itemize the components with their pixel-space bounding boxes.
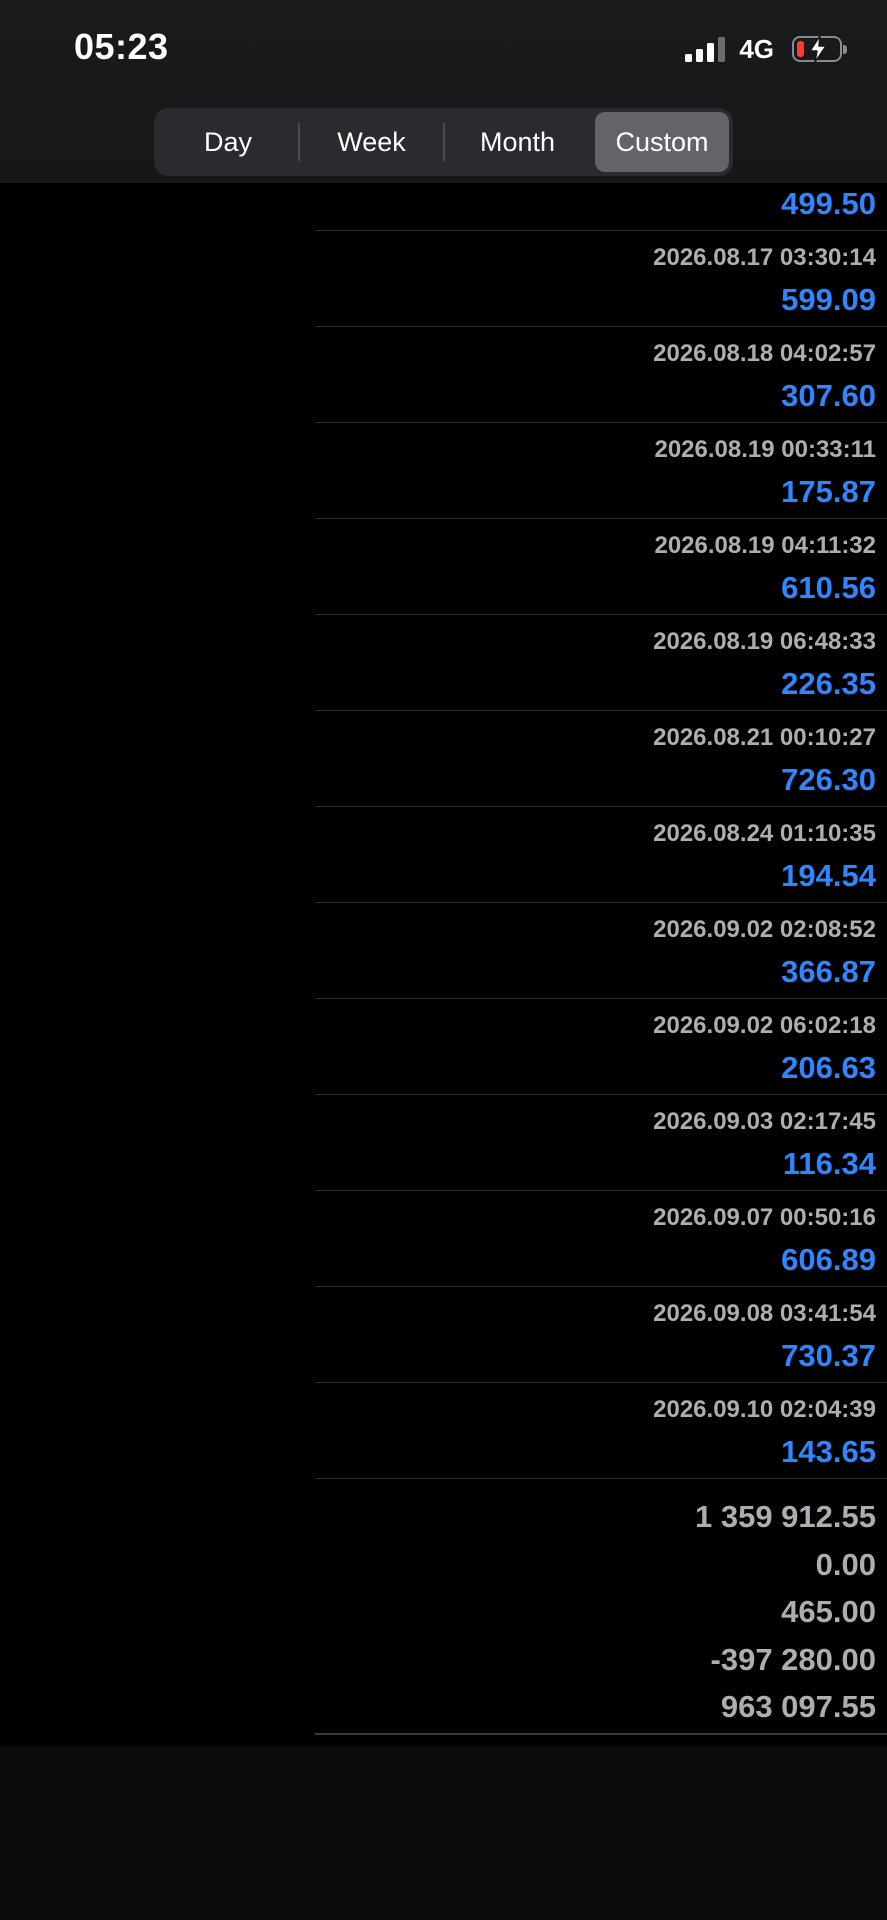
list-item[interactable]: 499.50 bbox=[315, 183, 887, 231]
transaction-amount: 499.50 bbox=[781, 186, 876, 221]
period-segmented-control: Day Week Month Custom bbox=[154, 108, 733, 176]
transaction-rows: 2026.08.17 03:30:14 599.09 2026.08.18 04:0… bbox=[315, 231, 887, 1479]
list-item[interactable]: 2026.08.19 00:33:11 175.87 bbox=[315, 423, 887, 519]
transaction-amount: 194.54 bbox=[781, 858, 876, 893]
status-indicators: 4G bbox=[685, 33, 847, 65]
transaction-amount: 226.35 bbox=[781, 666, 876, 701]
status-time: 05:23 bbox=[74, 26, 169, 67]
transaction-date: 2026.09.08 03:41:54 bbox=[653, 1300, 876, 1327]
transaction-date: 2026.08.19 00:33:11 bbox=[654, 436, 876, 463]
cellular-signal-icon bbox=[685, 36, 726, 62]
network-type: 4G bbox=[739, 33, 774, 64]
list-item[interactable]: 2026.09.07 00:50:16 606.89 bbox=[315, 1191, 887, 1287]
transaction-amount: 366.87 bbox=[781, 954, 876, 989]
list-item[interactable]: 2026.08.19 04:11:32 610.56 bbox=[315, 519, 887, 615]
transaction-date: 2026.09.07 00:50:16 bbox=[653, 1204, 876, 1231]
list-item[interactable]: 2026.09.02 02:08:52 366.87 bbox=[315, 903, 887, 999]
bolt-icon bbox=[809, 35, 827, 63]
transactions-content[interactable]: 499.50 2026.08.17 03:30:14 599.09 2026.08.… bbox=[0, 183, 887, 1746]
transaction-amount: 599.09 bbox=[781, 282, 876, 317]
list-item[interactable]: 2026.08.21 00:10:27 726.30 bbox=[315, 711, 887, 807]
bottom-area bbox=[0, 1746, 887, 1920]
summary-value: -397 280.00 bbox=[710, 1641, 876, 1677]
battery-charging-icon bbox=[792, 35, 847, 63]
list-item[interactable]: 2026.09.10 02:04:39 143.65 bbox=[315, 1383, 887, 1479]
transaction-date: 2026.08.21 00:10:27 bbox=[653, 724, 876, 751]
transaction-date: 2026.09.10 02:04:39 bbox=[653, 1396, 876, 1423]
transaction-amount: 606.89 bbox=[781, 1242, 876, 1277]
summary-value: 0.00 bbox=[815, 1546, 876, 1582]
transaction-date: 2026.09.03 02:17:45 bbox=[653, 1108, 876, 1135]
segment-month[interactable]: Month bbox=[445, 112, 590, 172]
list-item[interactable]: 2026.09.02 06:02:18 206.63 bbox=[315, 999, 887, 1095]
transaction-date: 2026.08.18 04:02:57 bbox=[653, 340, 876, 367]
transaction-date: 2026.09.02 06:02:18 bbox=[653, 1012, 876, 1039]
transaction-date: 2026.08.19 06:48:33 bbox=[653, 628, 876, 655]
summary-value: 465.00 bbox=[781, 1594, 876, 1629]
list-item[interactable]: 2026.08.17 03:30:14 599.09 bbox=[315, 231, 887, 327]
transaction-date: 2026.08.19 04:11:32 bbox=[654, 532, 876, 559]
list-item[interactable]: 2026.08.19 06:48:33 226.35 bbox=[315, 615, 887, 711]
transaction-amount: 610.56 bbox=[781, 570, 876, 605]
list-item[interactable]: 2026.09.08 03:41:54 730.37 bbox=[315, 1287, 887, 1383]
summary-value: 1 359 912.55 bbox=[694, 1499, 876, 1534]
list-item[interactable]: 2026.08.18 04:02:57 307.60 bbox=[315, 327, 887, 423]
transaction-date: 2026.08.17 03:30:14 bbox=[653, 244, 876, 271]
transaction-date: 2026.09.02 02:08:52 bbox=[653, 916, 876, 943]
list-item[interactable]: 2026.08.24 01:10:35 194.54 bbox=[315, 807, 887, 903]
transaction-amount: 730.37 bbox=[781, 1338, 876, 1373]
transaction-date: 2026.08.24 01:10:35 bbox=[653, 820, 876, 847]
transaction-amount: 307.60 bbox=[781, 378, 876, 413]
transaction-amount: 206.63 bbox=[781, 1050, 876, 1085]
transaction-amount: 726.30 bbox=[781, 762, 876, 797]
segment-week[interactable]: Week bbox=[299, 112, 444, 172]
top-bar: 05:23 4G Day Week Month Custom bbox=[0, 0, 887, 183]
summary-block: 1 359 912.55 0.00 465.00 -397 280.00 963… bbox=[315, 1479, 887, 1735]
list-item[interactable]: 2026.09.03 02:17:45 116.34 bbox=[315, 1095, 887, 1191]
segment-day[interactable]: Day bbox=[158, 112, 298, 172]
summary-value: 963 097.55 bbox=[720, 1689, 876, 1724]
transaction-amount: 143.65 bbox=[781, 1434, 876, 1469]
transaction-list: 499.50 2026.08.17 03:30:14 599.09 2026.08.… bbox=[315, 183, 887, 1735]
transaction-amount: 116.34 bbox=[782, 1146, 876, 1181]
segment-custom[interactable]: Custom bbox=[595, 112, 729, 172]
transaction-amount: 175.87 bbox=[781, 474, 876, 509]
